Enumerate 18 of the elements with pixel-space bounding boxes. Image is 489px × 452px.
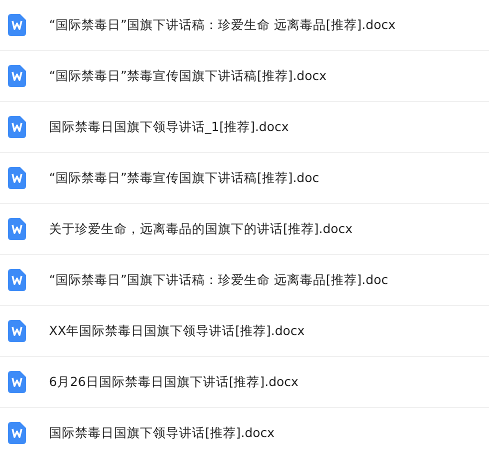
file-name-link[interactable]: 国际禁毒日国旗下领导讲话_1[推荐].docx	[49, 118, 289, 136]
document-icon	[8, 65, 26, 87]
document-icon	[8, 167, 26, 189]
file-name-link[interactable]: 6月26日国际禁毒日国旗下讲话[推荐].docx	[49, 374, 298, 390]
file-name-link[interactable]: “国际禁毒日”国旗下讲话稿：珍爱生命 远离毒品[推荐].doc	[49, 272, 388, 288]
file-name-link[interactable]: 关于珍爱生命，远离毒品的国旗下的讲话[推荐].docx	[49, 220, 353, 238]
file-name-link[interactable]: “国际禁毒日”禁毒宣传国旗下讲话稿[推荐].doc	[49, 170, 320, 186]
file-name-link[interactable]: “国际禁毒日”禁毒宣传国旗下讲话稿[推荐].docx	[49, 68, 327, 84]
document-icon	[8, 14, 26, 36]
file-name-link[interactable]: 国际禁毒日国旗下领导讲话[推荐].docx	[49, 424, 275, 442]
document-icon	[8, 116, 26, 138]
document-icon	[8, 371, 26, 393]
file-name-link[interactable]: XX年国际禁毒日国旗下领导讲话[推荐].docx	[49, 322, 305, 340]
document-icon	[8, 422, 26, 444]
document-icon	[8, 320, 26, 342]
document-icon	[8, 269, 26, 291]
document-icon	[8, 218, 26, 240]
file-name-link[interactable]: “国际禁毒日”国旗下讲话稿：珍爱生命 远离毒品[推荐].docx	[49, 16, 396, 34]
